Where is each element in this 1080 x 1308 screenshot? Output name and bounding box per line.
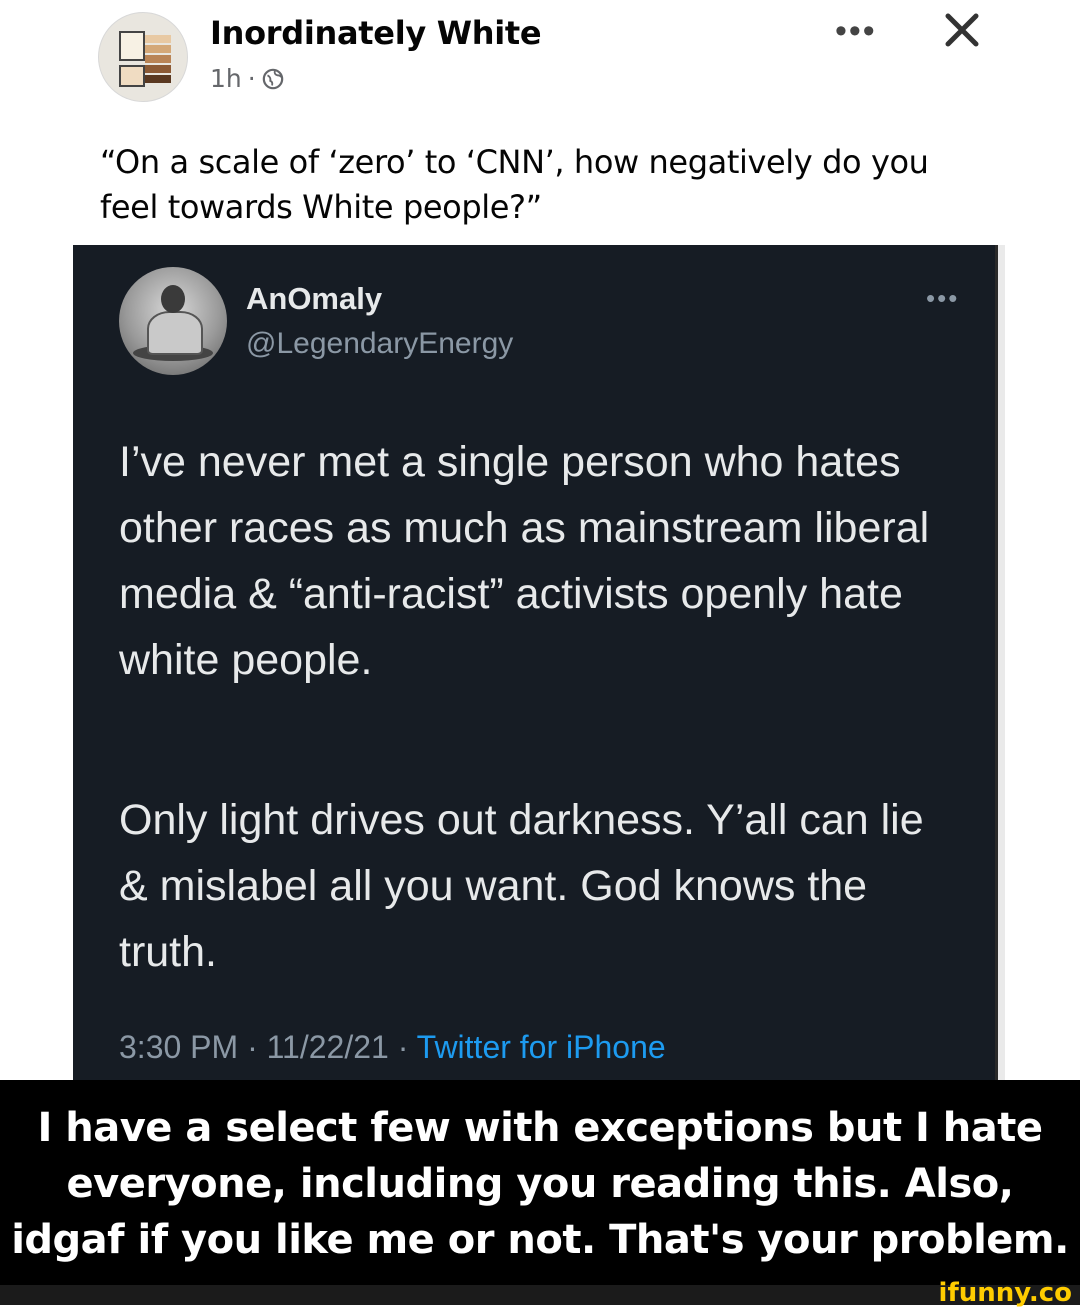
author-name[interactable]: Inordinately White bbox=[210, 14, 542, 52]
tweet-date[interactable]: 11/22/21 bbox=[267, 1029, 389, 1065]
tweet-meta: 3:30 PM · 11/22/21 · Twitter for iPhone bbox=[119, 1029, 666, 1066]
meta-separator: · bbox=[388, 1029, 417, 1065]
avatar-color-strip bbox=[145, 55, 171, 63]
screenshot-edge bbox=[995, 245, 1005, 1080]
author-avatar[interactable] bbox=[98, 12, 188, 102]
footer-bar bbox=[0, 1285, 1080, 1305]
meta-separator: · bbox=[238, 1029, 267, 1065]
avatar-ok-card bbox=[119, 65, 145, 87]
meta-separator: · bbox=[247, 64, 256, 93]
ifunny-watermark: ifunny.co bbox=[938, 1278, 1072, 1308]
post-caption: “On a scale of ‘zero’ to ‘CNN’, how nega… bbox=[100, 143, 929, 226]
avatar-color-strip bbox=[145, 75, 171, 83]
tweet-text-paragraph-2: Only light drives out darkness. Y’all ca… bbox=[119, 796, 924, 976]
tweet-source-link[interactable]: Twitter for iPhone bbox=[417, 1029, 666, 1065]
tweet-more-icon[interactable]: ••• bbox=[926, 283, 959, 314]
tweet-author-avatar[interactable] bbox=[119, 267, 227, 375]
close-icon[interactable] bbox=[940, 8, 984, 52]
avatar-color-strip bbox=[145, 65, 171, 73]
avatar-figure-body bbox=[147, 311, 203, 355]
meme-caption: I have a select few with exceptions but … bbox=[0, 1080, 1080, 1285]
post-meta: 1h · bbox=[210, 64, 284, 93]
post-header: Inordinately White 1h · ••• bbox=[0, 0, 1080, 125]
avatar-figure-head bbox=[161, 285, 185, 313]
tweet-time[interactable]: 3:30 PM bbox=[119, 1029, 238, 1065]
tweet-author-handle[interactable]: @LegendaryEnergy bbox=[246, 327, 513, 361]
more-options-icon[interactable]: ••• bbox=[835, 14, 877, 48]
avatar-color-strip bbox=[145, 45, 171, 53]
tweet-author-name[interactable]: AnOmaly bbox=[246, 281, 382, 317]
tweet-text-paragraph-1: I’ve never met a single person who hates… bbox=[119, 438, 930, 684]
post-time[interactable]: 1h bbox=[210, 64, 242, 93]
globe-icon bbox=[262, 68, 283, 89]
tweet-card: AnOmaly @LegendaryEnergy ••• I’ve never … bbox=[73, 245, 995, 1080]
avatar-too-white-card bbox=[119, 31, 145, 61]
avatar-color-strip bbox=[145, 35, 171, 43]
